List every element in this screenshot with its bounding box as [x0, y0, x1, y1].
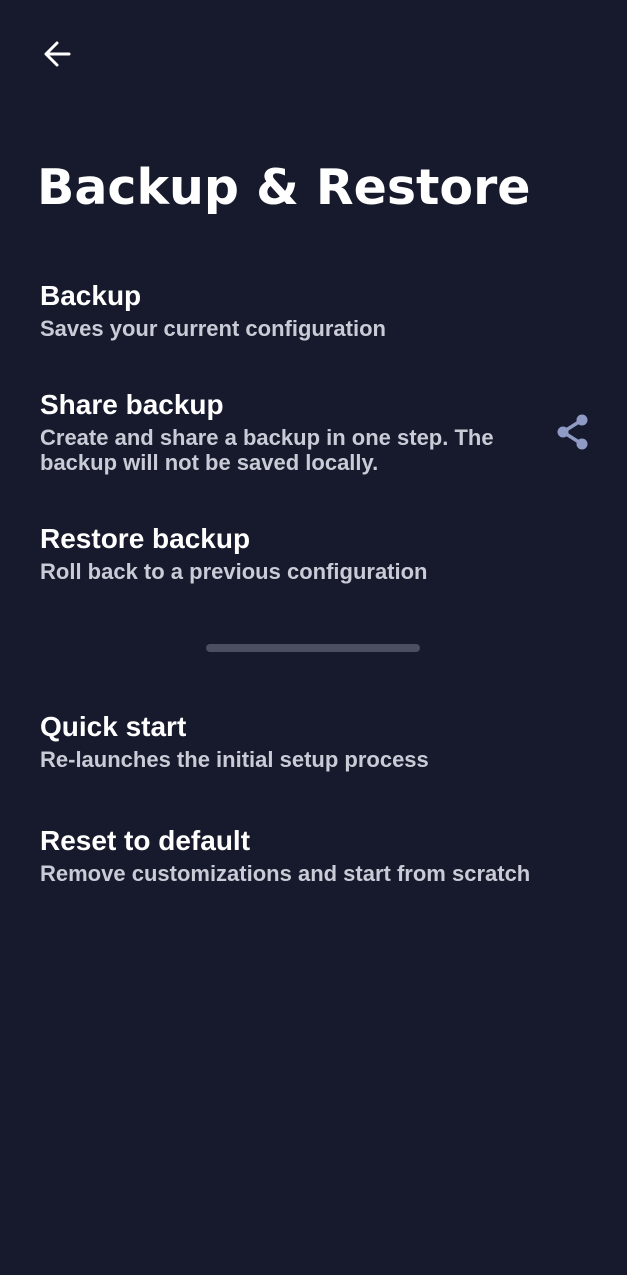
back-button[interactable] [34, 31, 80, 77]
backup-subtitle: Saves your current configuration [40, 316, 386, 341]
reset-default-subtitle: Remove customizations and start from scr… [40, 861, 531, 886]
quick-start-item[interactable]: Quick start Re-launches the initial setu… [40, 710, 627, 772]
restore-backup-title: Restore backup [40, 523, 251, 554]
share-backup-title: Share backup [40, 389, 224, 420]
reset-default-title: Reset to default [40, 825, 251, 856]
share-backup-item[interactable]: Share backup Create and share a backup i… [40, 388, 627, 475]
arrow-left-icon [44, 41, 71, 67]
quick-start-subtitle: Re-launches the initial setup process [40, 747, 429, 772]
page-title: Backup & Restore [37, 159, 531, 216]
share-icon[interactable] [553, 412, 593, 452]
share-backup-subtitle: Create and share a backup in one step. T… [40, 425, 494, 475]
quick-start-title: Quick start [40, 711, 187, 742]
reset-default-item[interactable]: Reset to default Remove customizations a… [40, 824, 627, 886]
backup-item[interactable]: Backup Saves your current configuration [40, 279, 627, 341]
section-divider [206, 644, 420, 652]
backup-title: Backup [40, 280, 142, 311]
restore-backup-item[interactable]: Restore backup Roll back to a previous c… [40, 522, 627, 584]
restore-backup-subtitle: Roll back to a previous configuration [40, 559, 428, 584]
